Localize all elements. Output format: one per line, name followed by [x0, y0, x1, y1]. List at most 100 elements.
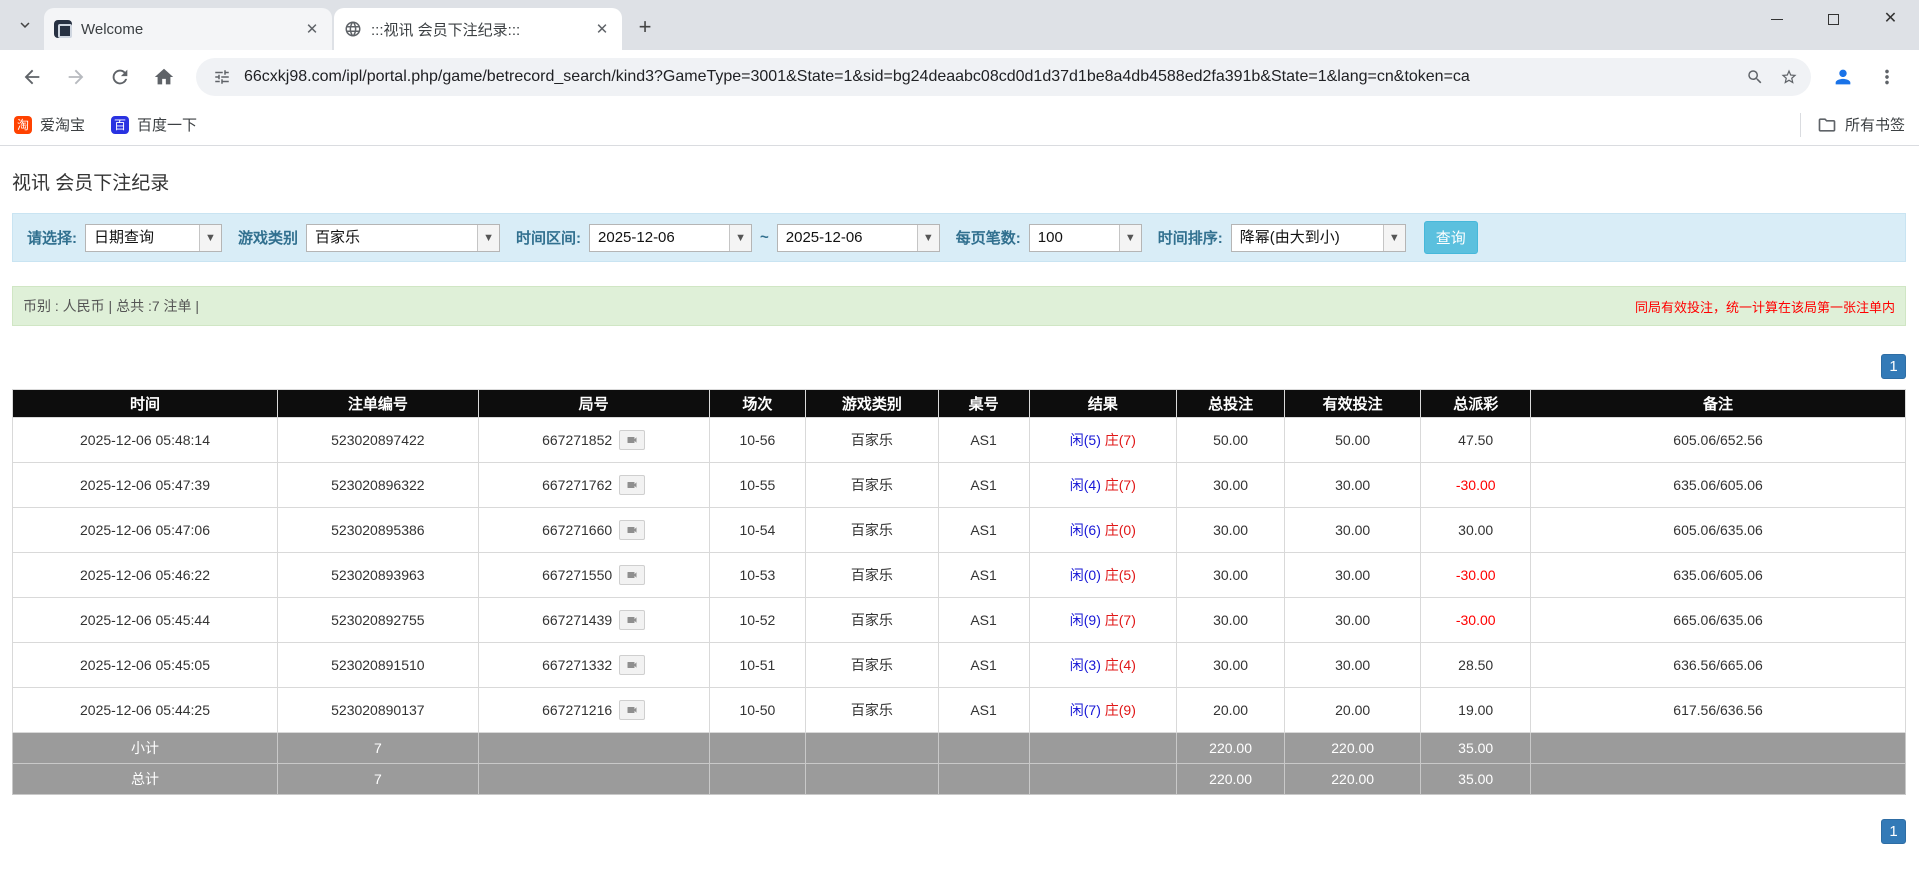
site-settings-icon[interactable] [210, 65, 234, 89]
table-row: 2025-12-06 05:45:05 523020891510 6672713… [11, 642, 1906, 688]
minimize-button[interactable] [1748, 0, 1805, 38]
zoom-icon[interactable] [1743, 65, 1767, 89]
tab-bet-record[interactable]: :::视讯 会员下注纪录::: ✕ [334, 8, 622, 50]
url-text: 66cxkj98.com/ipl/portal.php/game/betreco… [244, 68, 1470, 85]
video-icon[interactable] [619, 520, 646, 540]
round-id-text: 667271216 [542, 702, 613, 718]
cell-game: 百家乐 [805, 417, 939, 463]
header-game-type: 游戏类别 [805, 389, 939, 418]
cell-total-bet[interactable]: 30.00 [1176, 507, 1286, 553]
cell-total-bet[interactable]: 20.00 [1176, 687, 1286, 733]
three-dots-icon [1885, 69, 1889, 85]
table-row: 2025-12-06 05:47:06 523020895386 6672716… [11, 507, 1906, 553]
cell-total-bet[interactable]: 30.00 [1176, 462, 1286, 508]
cell-payout: -30.00 [1420, 552, 1532, 598]
page-button-1[interactable]: 1 [1881, 819, 1906, 844]
close-window-button[interactable]: ✕ [1862, 0, 1919, 38]
cell-total-bet[interactable]: 30.00 [1176, 552, 1286, 598]
cell-total-bet[interactable]: 30.00 [1176, 642, 1286, 688]
cell-valid-bet: 50.00 [1284, 417, 1422, 463]
back-icon [24, 69, 40, 85]
player-result: 闲(3) [1069, 657, 1101, 673]
currency-total-text: 币别 : 人民币 | 总共 :7 注单 | [23, 298, 200, 314]
cell-bet-id: 523020892755 [277, 597, 479, 643]
header-session: 场次 [708, 389, 807, 418]
cell-payout: -30.00 [1420, 462, 1532, 508]
cell-note: 605.06/635.06 [1530, 507, 1906, 553]
cell-session: 10-50 [708, 687, 807, 733]
query-type-select[interactable]: 日期查询 ▼ [85, 223, 222, 252]
bookmark-taobao[interactable]: 淘 爱淘宝 [14, 114, 85, 135]
cell-game: 百家乐 [805, 507, 939, 553]
sort-order-value: 降幂(由大到小) [1239, 228, 1340, 246]
filter-bar: 请选择: 日期查询 ▼ 游戏类别 百家乐 ▼ 时间区间: 2025-12-06 … [12, 213, 1906, 262]
video-icon[interactable] [619, 700, 646, 720]
cell-total-bet[interactable]: 50.00 [1176, 417, 1286, 463]
address-bar[interactable]: 66cxkj98.com/ipl/portal.php/game/betreco… [196, 58, 1811, 96]
date-from-select[interactable]: 2025-12-06 ▼ [589, 223, 753, 252]
cell-result: 闲(9) 庄(7) [1028, 597, 1178, 643]
cell-valid-bet: 30.00 [1284, 462, 1422, 508]
chevron-down-icon [16, 16, 34, 39]
header-note: 备注 [1530, 389, 1906, 418]
filter-label-sort: 时间排序: [1157, 230, 1223, 247]
back-button[interactable] [12, 57, 52, 97]
query-button[interactable]: 查询 [1423, 221, 1478, 254]
cell-table-no: AS1 [937, 552, 1030, 598]
close-icon[interactable]: ✕ [592, 19, 612, 39]
window-controls: ✕ [1748, 0, 1919, 38]
menu-button[interactable] [1867, 57, 1907, 97]
video-icon[interactable] [619, 430, 646, 450]
cell-note: 605.06/652.56 [1530, 417, 1906, 463]
header-result: 结果 [1028, 389, 1178, 418]
filter-label-select: 请选择: [27, 230, 77, 247]
cell-round-id: 667271660 [477, 507, 710, 553]
refresh-button[interactable] [100, 57, 140, 97]
player-result: 闲(9) [1069, 612, 1101, 628]
home-button[interactable] [144, 57, 184, 97]
tab-search-button[interactable] [10, 12, 40, 42]
close-icon[interactable]: ✕ [302, 19, 322, 39]
cell-total-bet[interactable]: 30.00 [1176, 597, 1286, 643]
range-separator: ~ [760, 229, 769, 246]
per-page-select[interactable]: 100 ▼ [1028, 223, 1142, 252]
minimize-icon [1770, 18, 1783, 20]
tab-welcome[interactable]: Welcome ✕ [44, 8, 332, 50]
video-icon[interactable] [619, 655, 646, 675]
cell-result: 闲(4) 庄(7) [1028, 462, 1178, 508]
all-bookmarks-button[interactable]: 所有书签 [1799, 112, 1905, 137]
cell-session: 10-54 [708, 507, 807, 553]
video-icon[interactable] [619, 475, 646, 495]
bookmark-label: 百度一下 [137, 117, 198, 134]
banker-result: 庄(4) [1104, 657, 1136, 673]
profile-button[interactable] [1823, 57, 1863, 97]
header-table-no: 桌号 [937, 389, 1030, 418]
sort-order-select[interactable]: 降幂(由大到小) ▼ [1230, 223, 1406, 252]
bookmark-star-icon[interactable] [1777, 65, 1801, 89]
per-page-value: 100 [1037, 228, 1063, 246]
taobao-icon: 淘 [14, 115, 32, 134]
cell-round-id: 667271762 [477, 462, 710, 508]
cell-valid-bet: 30.00 [1284, 552, 1422, 598]
video-icon[interactable] [619, 565, 646, 585]
folder-icon [1818, 117, 1836, 132]
date-to-select[interactable]: 2025-12-06 ▼ [776, 223, 940, 252]
cell-table-no: AS1 [937, 462, 1030, 508]
cell-time: 2025-12-06 05:47:06 [11, 507, 279, 553]
cell-result: 闲(3) 庄(4) [1028, 642, 1178, 688]
subtotal-label: 小计 [11, 732, 279, 764]
forward-button[interactable] [56, 57, 96, 97]
round-id-text: 667271550 [542, 567, 613, 583]
cell-time: 2025-12-06 05:46:22 [11, 552, 279, 598]
date-from-value: 2025-12-06 [598, 228, 675, 246]
game-type-select[interactable]: 百家乐 ▼ [306, 223, 501, 252]
bookmark-baidu[interactable]: 百 百度一下 [111, 114, 197, 135]
pagination-top: 1 [12, 354, 1906, 379]
forward-icon [68, 69, 84, 85]
player-result: 闲(7) [1069, 702, 1101, 718]
page-button-1[interactable]: 1 [1881, 354, 1906, 379]
maximize-button[interactable] [1805, 0, 1862, 38]
new-tab-button[interactable]: + [630, 12, 660, 42]
video-icon[interactable] [619, 610, 646, 630]
table-row: 2025-12-06 05:47:39 523020896322 6672717… [11, 462, 1906, 508]
